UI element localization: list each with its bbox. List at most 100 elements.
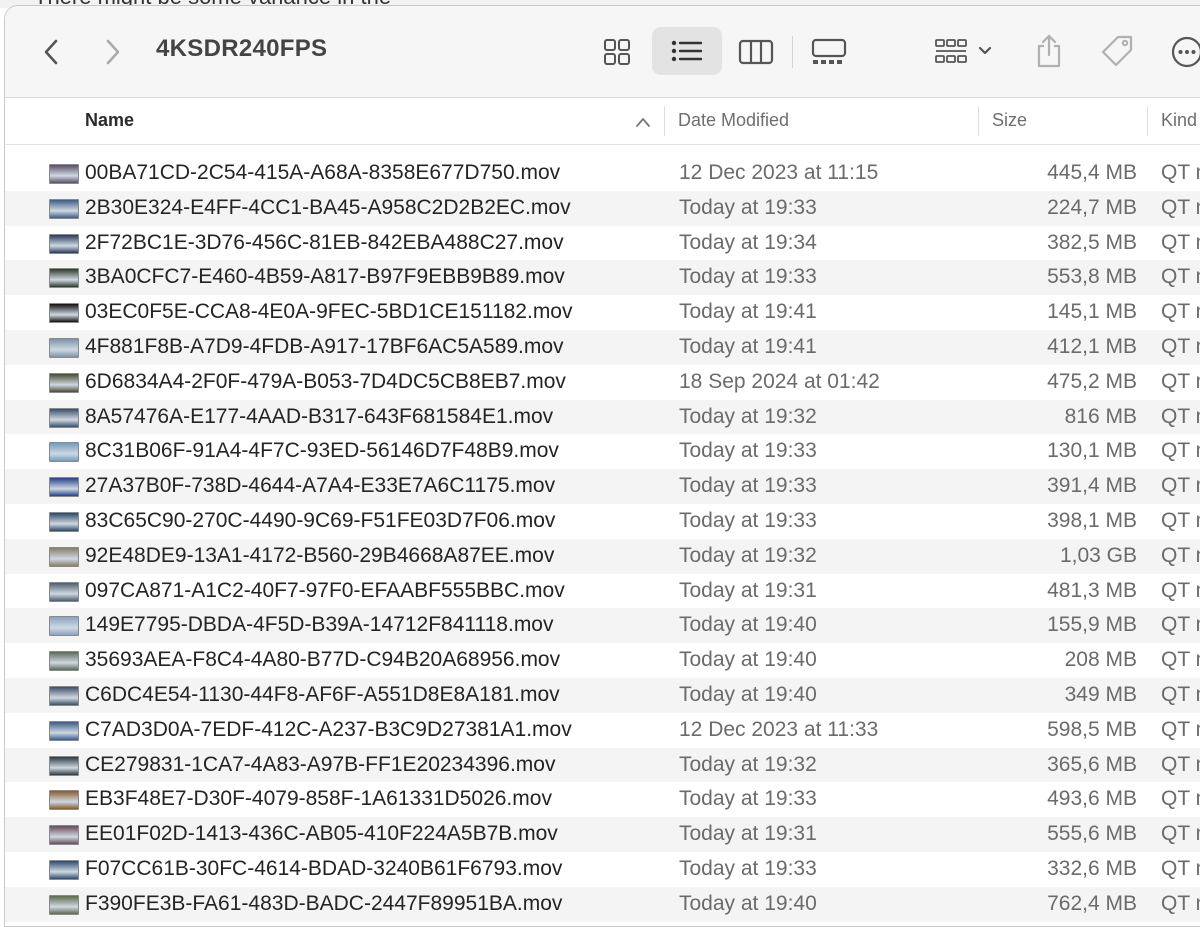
- video-thumbnail-icon: [49, 790, 79, 811]
- list-view-icon: [671, 40, 703, 62]
- file-date-modified: Today at 19:33: [679, 474, 817, 498]
- column-separator[interactable]: [664, 106, 665, 136]
- file-name: 92E48DE9-13A1-4172-B560-29B4668A87EE.mov: [85, 543, 555, 567]
- file-date-modified: Today at 19:33: [679, 856, 817, 880]
- column-view-button[interactable]: [732, 30, 780, 74]
- tag-button[interactable]: [1095, 28, 1139, 76]
- file-name: 4F881F8B-A7D9-4FDB-A917-17BF6AC5A589.mov: [85, 334, 564, 358]
- file-row[interactable]: 097CA871-A1C2-40F7-97F0-EFAABF555BBC.mov…: [5, 574, 1200, 609]
- file-date-modified: Today at 19:33: [679, 439, 817, 463]
- file-row[interactable]: 00BA71CD-2C54-415A-A68A-8358E677D750.mov…: [5, 156, 1200, 191]
- video-thumbnail-icon: [49, 581, 79, 602]
- file-name: 83C65C90-270C-4490-9C69-F51FE03D7F06.mov: [85, 508, 556, 532]
- file-date-modified: Today at 19:33: [679, 265, 817, 289]
- file-row[interactable]: EE01F02D-1413-436C-AB05-410F224A5B7B.mov…: [5, 817, 1200, 852]
- column-header-size[interactable]: Size: [992, 110, 1027, 131]
- file-kind: QT movie: [1161, 578, 1200, 602]
- file-row[interactable]: 3BA0CFC7-E460-4B59-A817-B97F9EBB9B89.mov…: [5, 260, 1200, 296]
- column-header-name[interactable]: Name: [85, 110, 134, 131]
- video-thumbnail-icon: [49, 685, 79, 706]
- file-row[interactable]: 83C65C90-270C-4490-9C69-F51FE03D7F06.mov…: [5, 504, 1200, 539]
- file-date-modified: Today at 19:40: [679, 682, 817, 706]
- file-row[interactable]: 27A37B0F-738D-4644-A7A4-E33E7A6C1175.mov…: [5, 469, 1200, 504]
- file-size: 555,6 MB: [1047, 822, 1137, 846]
- file-kind: QT movie: [1161, 404, 1200, 428]
- column-header-row: Name Date Modified Size Kind: [5, 98, 1200, 145]
- icon-view-button[interactable]: [593, 30, 641, 74]
- file-name: F07CC61B-30FC-4614-BDAD-3240B61F6793.mov: [85, 856, 563, 880]
- file-row[interactable]: 8C31B06F-91A4-4F7C-93ED-56146D7F48B9.mov…: [5, 434, 1200, 469]
- video-thumbnail-icon: [49, 720, 79, 741]
- file-row[interactable]: 8A57476A-E177-4AAD-B317-643F681584E1.mov…: [5, 399, 1200, 435]
- share-icon: [1037, 34, 1061, 68]
- file-row[interactable]: C6DC4E54-1130-44F8-AF6F-A551D8E8A181.mov…: [5, 677, 1200, 713]
- column-separator[interactable]: [1147, 106, 1148, 136]
- grid-view-icon: [604, 39, 630, 65]
- file-row[interactable]: 2F72BC1E-3D76-456C-81EB-842EBA488C27.mov…: [5, 226, 1200, 261]
- file-row[interactable]: 92E48DE9-13A1-4172-B560-29B4668A87EE.mov…: [5, 538, 1200, 574]
- file-size: 155,9 MB: [1047, 613, 1137, 637]
- file-size: 224,7 MB: [1047, 195, 1137, 219]
- file-row[interactable]: F390FE3B-FA61-483D-BADC-2447F89951BA.mov…: [5, 886, 1200, 922]
- gallery-view-button[interactable]: [801, 30, 857, 74]
- more-icon: [1171, 36, 1200, 68]
- column-header-date-modified[interactable]: Date Modified: [678, 110, 789, 131]
- file-name: 03EC0F5E-CCA8-4E0A-9FEC-5BD1CE151182.mov: [85, 300, 573, 324]
- sort-ascending-icon[interactable]: [635, 112, 651, 133]
- finder-window: 4KSDR240FPS Name Date Modified Size Kind…: [4, 5, 1200, 927]
- file-name: C7AD3D0A-7EDF-412C-A237-B3C9D27381A1.mov: [85, 717, 572, 741]
- group-by-button[interactable]: [927, 30, 1003, 74]
- column-header-kind[interactable]: Kind: [1161, 110, 1197, 131]
- file-date-modified: Today at 19:40: [679, 891, 817, 915]
- gallery-view-icon: [811, 38, 847, 64]
- video-thumbnail-icon: [49, 616, 79, 637]
- file-date-modified: Today at 19:34: [679, 230, 817, 254]
- video-thumbnail-icon: [49, 303, 79, 324]
- file-name: 35693AEA-F8C4-4A80-B77D-C94B20A68956.mov: [85, 648, 561, 672]
- file-row[interactable]: 4F881F8B-A7D9-4FDB-A917-17BF6AC5A589.mov…: [5, 329, 1200, 365]
- file-size: 412,1 MB: [1047, 334, 1137, 358]
- file-row[interactable]: 6D6834A4-2F0F-479A-B053-7D4DC5CB8EB7.mov…: [5, 365, 1200, 400]
- file-row[interactable]: EB3F48E7-D30F-4079-858F-1A61331D5026.mov…: [5, 782, 1200, 817]
- file-size: 475,2 MB: [1047, 369, 1137, 393]
- file-size: 493,6 MB: [1047, 787, 1137, 811]
- file-row[interactable]: 35693AEA-F8C4-4A80-B77D-C94B20A68956.mov…: [5, 643, 1200, 678]
- file-kind: QT movie: [1161, 439, 1200, 463]
- group-icon: [935, 39, 992, 63]
- file-name: 00BA71CD-2C54-415A-A68A-8358E677D750.mov: [85, 161, 561, 184]
- file-size: 382,5 MB: [1047, 230, 1137, 254]
- file-date-modified: Today at 19:32: [679, 404, 817, 428]
- file-kind: QT movie: [1161, 822, 1200, 846]
- file-row[interactable]: C7AD3D0A-7EDF-412C-A237-B3C9D27381A1.mov…: [5, 713, 1200, 748]
- file-kind: QT movie: [1161, 474, 1200, 498]
- more-actions-button[interactable]: [1165, 30, 1200, 74]
- video-thumbnail-icon: [49, 477, 79, 498]
- file-name: 27A37B0F-738D-4644-A7A4-E33E7A6C1175.mov: [85, 474, 556, 498]
- file-row[interactable]: CE279831-1CA7-4A83-A97B-FF1E20234396.mov…: [5, 747, 1200, 783]
- back-button[interactable]: [33, 32, 69, 72]
- file-kind: QT movie: [1161, 682, 1200, 706]
- file-row[interactable]: F07CC61B-30FC-4614-BDAD-3240B61F6793.mov…: [5, 852, 1200, 887]
- file-size: 445,4 MB: [1047, 161, 1137, 184]
- file-date-modified: Today at 19:33: [679, 787, 817, 811]
- video-thumbnail-icon: [49, 825, 79, 846]
- file-row[interactable]: 149E7795-DBDA-4F5D-B39A-14712F841118.mov…: [5, 608, 1200, 644]
- file-size: 398,1 MB: [1047, 508, 1137, 532]
- toolbar: 4KSDR240FPS: [5, 6, 1200, 98]
- file-size: 130,1 MB: [1047, 439, 1137, 463]
- file-name: 6D6834A4-2F0F-479A-B053-7D4DC5CB8EB7.mov: [85, 369, 566, 393]
- file-size: 332,6 MB: [1047, 856, 1137, 880]
- file-date-modified: Today at 19:33: [679, 195, 817, 219]
- file-size: 481,3 MB: [1047, 578, 1137, 602]
- file-kind: QT movie: [1161, 369, 1200, 393]
- list-view-button[interactable]: [652, 27, 722, 75]
- window-title: 4KSDR240FPS: [156, 35, 328, 62]
- file-name: EE01F02D-1413-436C-AB05-410F224A5B7B.mov: [85, 822, 558, 846]
- file-list: 00BA71CD-2C54-415A-A68A-8358E677D750.mov…: [5, 156, 1200, 922]
- file-row[interactable]: 2B30E324-E4FF-4CC1-BA45-A958C2D2B2EC.mov…: [5, 190, 1200, 226]
- file-row[interactable]: 03EC0F5E-CCA8-4E0A-9FEC-5BD1CE151182.mov…: [5, 295, 1200, 330]
- forward-button[interactable]: [95, 32, 131, 72]
- video-thumbnail-icon: [49, 755, 79, 776]
- column-separator[interactable]: [978, 106, 979, 136]
- share-button[interactable]: [1027, 26, 1071, 76]
